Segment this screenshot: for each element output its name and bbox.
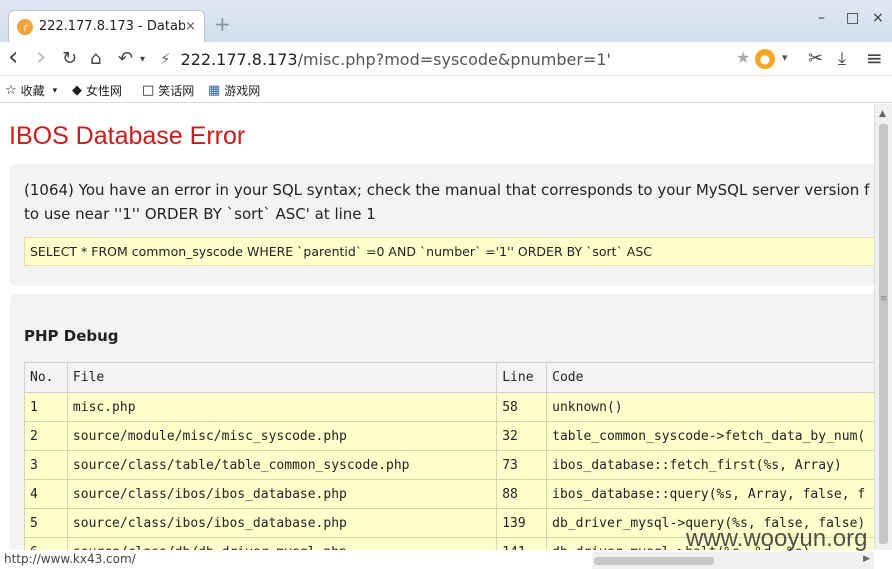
window-close-button[interactable]: ×: [872, 10, 884, 26]
forward-button[interactable]: ›: [36, 42, 46, 72]
column-header: No.: [24, 362, 68, 393]
tab-title: 222.177.8.173 - Database: [38, 19, 186, 34]
row-line: 88: [496, 479, 548, 509]
home-button[interactable]: ⌂: [90, 48, 101, 69]
bookmark-nvxing[interactable]: ◆ 女性网: [72, 82, 122, 99]
scroll-right-icon[interactable]: ▶: [863, 554, 870, 564]
column-header: File: [66, 362, 498, 393]
download-icon[interactable]: ⤓: [838, 48, 846, 69]
undo-close-button[interactable]: ↶: [118, 48, 133, 69]
undo-menu-icon[interactable]: ▾: [140, 54, 145, 65]
row-code: ibos_database::query(%s, Array, false, f: [546, 479, 874, 509]
vertical-scrollbar[interactable]: ▲ ≡: [874, 104, 892, 550]
row-number: 3: [24, 450, 68, 480]
browser-tab[interactable]: ╭ 222.177.8.173 - Database ×: [8, 10, 205, 42]
extension-menu-icon[interactable]: ▾: [782, 51, 788, 64]
bookmark-label: 收藏: [20, 84, 45, 98]
address-bar[interactable]: ⚡ 222.177.8.173/misc.php?mod=syscode&pnu…: [160, 45, 800, 73]
bookmark-site-icon: ◆: [72, 83, 82, 98]
row-number: 1: [24, 392, 68, 422]
favorites-star-icon: ☆: [5, 83, 17, 98]
row-file: source/class/table/table_common_syscode.…: [66, 450, 498, 480]
scrollbar-thumb[interactable]: ≡: [879, 124, 888, 544]
row-line: 32: [496, 421, 548, 451]
row-code: unknown(): [546, 392, 874, 422]
page-icon: □: [142, 83, 155, 98]
row-code: table_common_syscode->fetch_data_by_num(: [546, 421, 874, 451]
game-grid-icon: ▦: [208, 83, 221, 98]
table-header-row: No. File Line Code: [24, 362, 874, 393]
lightning-icon: ⚡: [160, 50, 171, 68]
row-number: 4: [24, 479, 68, 509]
bookmarks-bar: ☆ 收藏 ▾ ◆ 女性网 □ 笑话网 ▦ 游戏网: [0, 77, 892, 103]
bookmark-label: 游戏网: [224, 84, 261, 98]
debug-title: PHP Debug: [24, 327, 119, 345]
row-number: 2: [24, 421, 68, 451]
scroll-grip-icon: ≡: [880, 294, 888, 304]
row-file: source/class/ibos/ibos_database.php: [66, 479, 498, 509]
error-message-line: (1064) You have an error in your SQL syn…: [24, 181, 870, 199]
url-host: 222.177.8.173: [180, 49, 298, 69]
maximize-button[interactable]: □: [846, 10, 859, 26]
scrollbar-thumb[interactable]: [594, 557, 714, 565]
table-row: 1 misc.php 58 unknown(): [24, 392, 874, 422]
tab-close-icon[interactable]: ×: [185, 19, 196, 34]
menu-icon[interactable]: ≡: [866, 46, 883, 70]
navigation-bar: ‹ › ↻ ⌂ ↶ ▾ ⚡ 222.177.8.173/misc.php?mod…: [0, 42, 892, 76]
bookmark-xiaohua[interactable]: □ 笑话网: [142, 82, 194, 99]
debug-trace-table: No. File Line Code 1 misc.php 58 unknown…: [24, 362, 874, 550]
error-message-box: (1064) You have an error in your SQL syn…: [10, 164, 874, 286]
php-debug-box: PHP Debug No. File Line Code 1 misc.php …: [10, 294, 874, 550]
status-bar-url: http://www.kx43.com/: [0, 550, 590, 569]
page-content: IBOS Database Error (1064) You have an e…: [0, 104, 874, 550]
watermark-text: www.wooyun.org: [686, 525, 868, 552]
row-number: 6: [24, 537, 68, 550]
back-button[interactable]: ‹: [8, 42, 18, 72]
title-bar: ╭ 222.177.8.173 - Database × + – □ ×: [0, 0, 892, 42]
url-path: /misc.php?mod=syscode&pnumber=1': [297, 49, 611, 69]
new-tab-button[interactable]: +: [214, 12, 231, 36]
row-line: 73: [496, 450, 548, 480]
favorites-dropdown-icon[interactable]: ▾: [53, 86, 58, 96]
row-file: source/module/misc/misc_syscode.php: [66, 421, 498, 451]
site-favicon-icon: ╭: [17, 18, 33, 35]
row-number: 5: [24, 508, 68, 538]
column-header: Line: [496, 362, 548, 393]
bookmark-favorites[interactable]: ☆ 收藏 ▾: [5, 82, 57, 99]
extension-icon[interactable]: ●: [755, 49, 775, 69]
cut-icon[interactable]: ✂: [808, 48, 823, 69]
row-file: source/class/db/db_driver_mysql.php: [66, 537, 498, 550]
row-line: 139: [496, 508, 548, 538]
horizontal-scrollbar[interactable]: ▶: [592, 552, 874, 569]
row-file: misc.php: [66, 392, 498, 422]
table-row: 3 source/class/table/table_common_syscod…: [24, 450, 874, 480]
table-row: 4 source/class/ibos/ibos_database.php 88…: [24, 479, 874, 509]
bookmark-star-icon[interactable]: ★: [736, 48, 750, 67]
page-title: IBOS Database Error: [9, 122, 246, 150]
error-message-line: to use near ''1'' ORDER BY `sort` ASC' a…: [24, 205, 376, 223]
row-file: source/class/ibos/ibos_database.php: [66, 508, 498, 538]
bookmark-label: 女性网: [86, 84, 123, 98]
bookmark-youxi[interactable]: ▦ 游戏网: [208, 82, 260, 99]
bookmark-label: 笑话网: [158, 84, 195, 98]
error-message: (1064) You have an error in your SQL syn…: [24, 178, 874, 226]
sql-statement: SELECT * FROM common_syscode WHERE `pare…: [24, 237, 874, 266]
row-line: 58: [496, 392, 548, 422]
minimize-button[interactable]: –: [818, 10, 825, 26]
row-line: 141: [496, 537, 548, 550]
reload-button[interactable]: ↻: [62, 48, 77, 69]
row-code: ibos_database::fetch_first(%s, Array): [546, 450, 874, 480]
column-header: Code: [546, 362, 874, 393]
table-row: 2 source/module/misc/misc_syscode.php 32…: [24, 421, 874, 451]
scroll-up-icon[interactable]: ▲: [879, 109, 886, 119]
